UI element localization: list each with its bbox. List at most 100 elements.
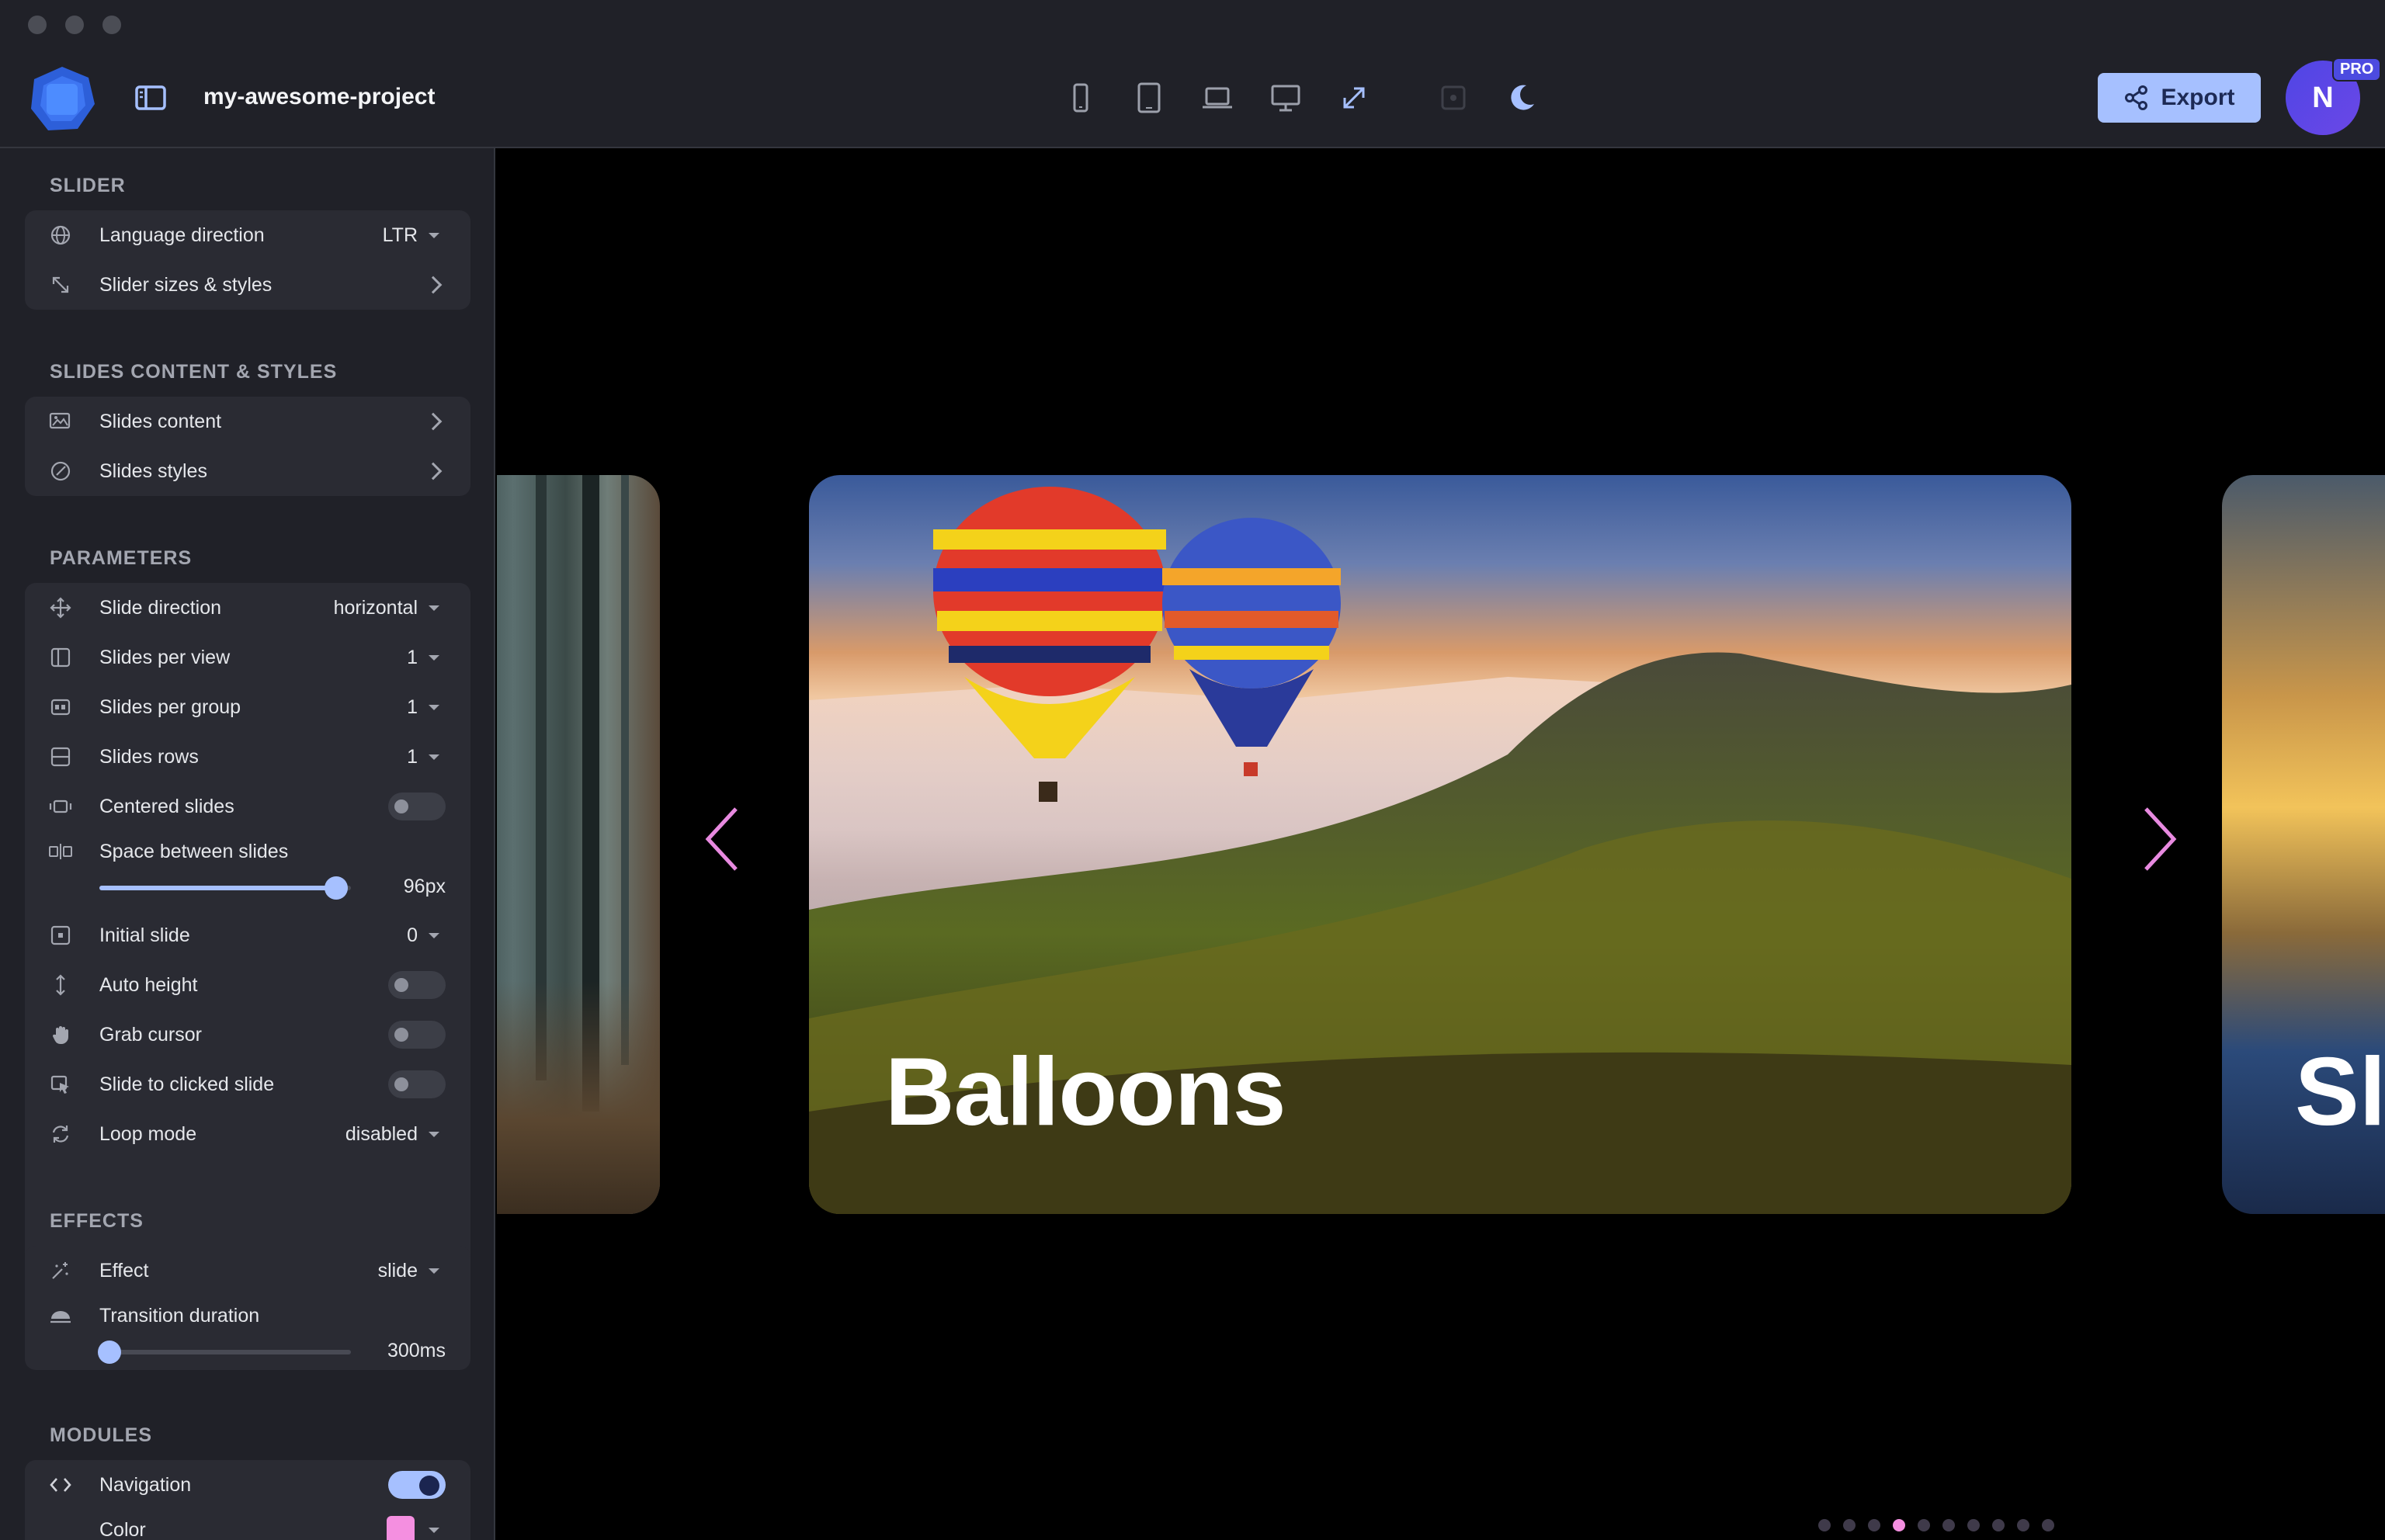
phone-icon[interactable]	[1064, 81, 1098, 115]
speed-icon	[48, 1303, 73, 1328]
navigation-color-row[interactable]: Color	[25, 1505, 470, 1540]
fullscreen-icon[interactable]	[1337, 81, 1371, 115]
pagination-dot[interactable]	[2042, 1519, 2054, 1531]
section-title-slider: SLIDER	[50, 175, 126, 196]
grab-cursor-toggle[interactable]	[388, 1021, 446, 1049]
transition-duration-slider-thumb[interactable]	[97, 1341, 121, 1364]
slider-sizes-styles-row[interactable]: Slider sizes & styles	[25, 260, 470, 310]
slides-per-view-label: Slides per view	[99, 646, 231, 668]
desktop-icon[interactable]	[1269, 81, 1303, 115]
pagination-dot[interactable]	[2017, 1519, 2029, 1531]
space-between-slider-thumb[interactable]	[324, 876, 348, 900]
loop-mode-value: disabled	[345, 1122, 418, 1145]
prev-arrow-icon[interactable]	[700, 804, 747, 874]
loop-mode-row[interactable]: Loop mode disabled	[25, 1109, 470, 1159]
language-direction-row[interactable]: Language direction LTR	[25, 210, 470, 260]
app-logo-icon	[26, 64, 98, 135]
slides-per-view-row[interactable]: Slides per view 1	[25, 633, 470, 682]
globe-icon	[48, 223, 73, 248]
export-button[interactable]: Export	[2098, 73, 2261, 123]
pagination-dot[interactable]	[1942, 1519, 1955, 1531]
dark-mode-moon-icon[interactable]	[1505, 81, 1539, 115]
color-swatch[interactable]	[387, 1516, 415, 1540]
minimize-window-button[interactable]	[65, 16, 84, 34]
hand-icon	[48, 1022, 73, 1047]
forest-image	[536, 475, 629, 1112]
effect-value: slide	[377, 1259, 418, 1282]
auto-height-toggle[interactable]	[388, 971, 446, 999]
auto-height-label: Auto height	[99, 973, 198, 996]
slider-group: Language direction LTR Slider sizes & st…	[25, 210, 470, 310]
chevron-down-icon	[429, 605, 439, 611]
slides-rows-row[interactable]: Slides rows 1	[25, 732, 470, 782]
chevron-down-icon	[429, 704, 439, 710]
loop-mode-label: Loop mode	[99, 1122, 197, 1145]
navigation-toggle[interactable]	[388, 1471, 446, 1499]
chevron-down-icon	[429, 232, 439, 238]
initial-slide-value: 0	[407, 924, 418, 946]
slides-per-group-label: Slides per group	[99, 695, 241, 718]
tablet-icon[interactable]	[1132, 81, 1166, 115]
space-between-slider[interactable]	[99, 876, 351, 900]
centered-slides-toggle[interactable]	[388, 793, 446, 820]
parameters-group: Slide direction horizontal Slides per vi…	[25, 583, 470, 1305]
center-icon	[48, 794, 73, 819]
close-window-button[interactable]	[28, 16, 47, 34]
pagination-dot[interactable]	[1818, 1519, 1831, 1531]
slide-to-clicked-label: Slide to clicked slide	[99, 1073, 275, 1095]
record-icon[interactable]	[1436, 81, 1470, 115]
target-icon	[48, 923, 73, 948]
top-bar: my-awesome-project Export N PRO	[0, 0, 2385, 148]
transition-duration-label: Transition duration	[99, 1304, 260, 1327]
slide-current-balloons[interactable]: Balloons	[809, 475, 2071, 1214]
maximize-window-button[interactable]	[102, 16, 121, 34]
resize-icon	[48, 272, 73, 297]
initial-slide-row[interactable]: Initial slide 0	[25, 910, 470, 960]
chevron-down-icon	[429, 1268, 439, 1274]
chevron-right-icon	[424, 412, 443, 431]
language-direction-value: LTR	[382, 224, 418, 246]
slides-per-view-value: 1	[407, 646, 418, 668]
space-between-label: Space between slides	[99, 840, 289, 862]
slides-rows-value: 1	[407, 745, 418, 768]
slides-per-group-row[interactable]: Slides per group 1	[25, 682, 470, 732]
section-title-parameters: PARAMETERS	[50, 547, 193, 569]
chevron-down-icon	[429, 1131, 439, 1137]
chevron-down-icon	[429, 754, 439, 760]
pagination-dot[interactable]	[1992, 1519, 2005, 1531]
space-between-slider-fill	[99, 886, 336, 890]
effect-row[interactable]: Effect slide	[25, 1246, 470, 1295]
pagination-dot[interactable]	[1918, 1519, 1930, 1531]
window-controls	[28, 16, 121, 34]
pagination-dot[interactable]	[1893, 1519, 1905, 1531]
project-name[interactable]: my-awesome-project	[203, 84, 435, 110]
space-between-value: 96px	[403, 876, 446, 897]
pagination-dot[interactable]	[1868, 1519, 1880, 1531]
slides-styles-row[interactable]: Slides styles	[25, 446, 470, 496]
color-label: Color	[99, 1518, 146, 1540]
chevron-right-icon	[424, 462, 443, 480]
transition-duration-value: 300ms	[387, 1340, 446, 1361]
chevron-right-icon	[424, 276, 443, 294]
chevron-down-icon	[429, 932, 439, 938]
slide-direction-value: horizontal	[333, 596, 418, 619]
transition-duration-slider[interactable]	[97, 1341, 351, 1364]
grab-cursor-label: Grab cursor	[99, 1023, 202, 1046]
spacing-icon	[48, 839, 73, 864]
code-brackets-icon	[48, 1472, 73, 1497]
laptop-icon[interactable]	[1200, 81, 1234, 115]
slide-to-clicked-toggle[interactable]	[388, 1070, 446, 1098]
pagination-dot[interactable]	[1967, 1519, 1980, 1531]
sidebar-toggle-icon[interactable]	[134, 81, 168, 115]
effect-label: Effect	[99, 1259, 149, 1282]
slide-direction-row[interactable]: Slide direction horizontal	[25, 583, 470, 633]
slide-previous-forest[interactable]	[497, 475, 660, 1214]
slides-content-row[interactable]: Slides content	[25, 397, 470, 446]
slides-per-group-value: 1	[407, 695, 418, 718]
next-arrow-icon[interactable]	[2135, 804, 2182, 874]
pagination-dot[interactable]	[1843, 1519, 1856, 1531]
language-direction-label: Language direction	[99, 224, 265, 246]
slide-direction-label: Slide direction	[99, 596, 222, 619]
slider-preview: Balloons Sl	[497, 148, 2385, 1540]
section-title-effects: EFFECTS	[50, 1210, 144, 1232]
